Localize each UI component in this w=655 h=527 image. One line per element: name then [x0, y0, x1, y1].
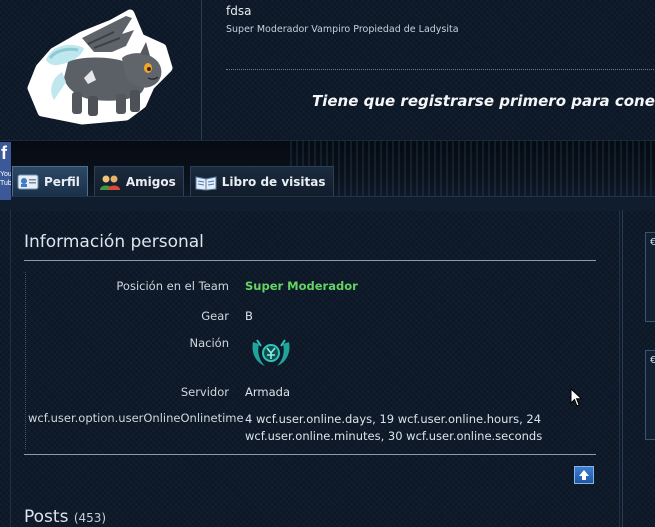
field-label-position: Posición en el Team [116, 279, 229, 293]
nation-emblem-icon [252, 339, 290, 366]
avatar[interactable] [22, 8, 177, 126]
personal-info-title: Información personal [24, 232, 204, 252]
header-divider [226, 69, 655, 70]
tab-label: Libro de visitas [221, 174, 326, 189]
friends-icon [99, 175, 120, 190]
avatar-column [0, 0, 202, 142]
field-value-server: Armada [245, 385, 290, 399]
posts-heading: Posts (453) [24, 507, 106, 527]
field-value-online-time: 4 wcf.user.online.days, 19 wcf.user.onli… [245, 412, 543, 443]
guestbook-icon [195, 175, 217, 191]
field-value-position: Super Moderador [245, 279, 358, 293]
field-label-online-time: wcf.user.option.userOnlineOnlinetime [28, 411, 244, 425]
field-rail [25, 272, 26, 449]
user-rank-title: Super Moderador Vampiro Propiedad de Lad… [226, 24, 459, 35]
mouse-cursor-icon [570, 388, 583, 407]
tab-bar-lip [0, 196, 655, 211]
facebook-icon[interactable]: f You Tube [0, 142, 11, 200]
section-divider [24, 260, 596, 261]
facebook-letter: f [1, 143, 7, 163]
posts-title: Posts [24, 507, 69, 527]
main-content-frame [10, 210, 620, 527]
field-label-nation: Nación [189, 336, 230, 350]
field-value-gear: B [245, 309, 253, 323]
tab-amigos[interactable]: Amigos [93, 166, 184, 196]
posts-count: (453) [73, 511, 107, 525]
profile-card-icon [17, 174, 39, 189]
youtube-icon[interactable]: You Tube [0, 170, 11, 188]
section-divider [24, 454, 596, 455]
arrow-up-icon [579, 470, 589, 480]
scroll-to-top-button[interactable] [574, 466, 594, 484]
tab-label: Perfil [44, 174, 80, 189]
field-label-gear: Gear [201, 309, 229, 323]
tab-perfil[interactable]: Perfil [12, 166, 88, 196]
profile-tabs: Perfil Amigos Libro de visitas [12, 166, 334, 196]
username[interactable]: fdsa [226, 4, 251, 18]
field-label-server: Servidor [180, 385, 229, 399]
sidebar-box: € [645, 350, 655, 440]
tab-label: Amigos [125, 174, 176, 189]
profile-header: fdsa Super Moderador Vampiro Propiedad d… [0, 0, 655, 142]
register-notice: Tiene que registrarse primero para conec… [312, 92, 655, 110]
sidebar-box: € [645, 232, 655, 322]
tab-libro-de-visitas[interactable]: Libro de visitas [189, 166, 334, 196]
